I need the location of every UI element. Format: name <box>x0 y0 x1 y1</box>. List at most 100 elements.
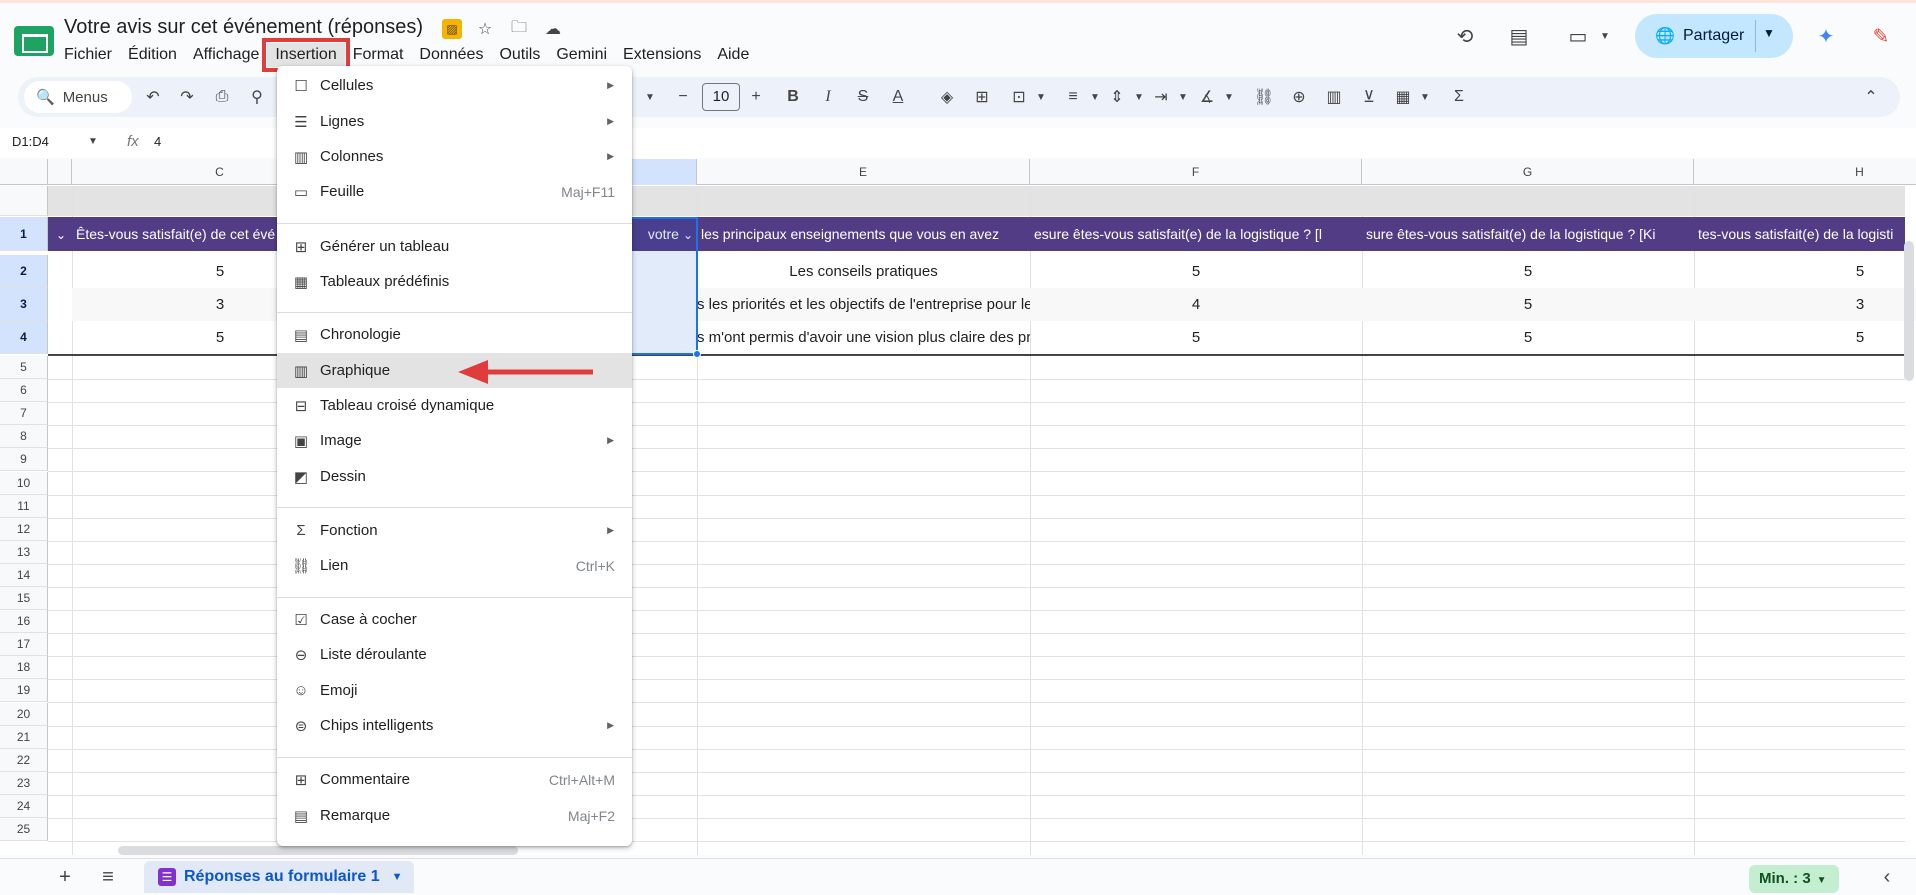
cell-e3[interactable]: s les priorités et les objectifs de l'en… <box>697 288 1030 321</box>
font-caret-icon[interactable]: ▼ <box>639 86 661 108</box>
side-panel-toggle-icon[interactable]: ‹ <box>1875 865 1899 889</box>
row-header-22[interactable]: 22 <box>0 748 48 772</box>
decrease-font-icon[interactable]: − <box>672 86 694 108</box>
menu-fichier[interactable]: Fichier <box>56 43 120 67</box>
name-box[interactable]: D1:D4 <box>12 134 49 149</box>
rotate-text-icon[interactable]: ∡ <box>1196 86 1218 108</box>
formula-input[interactable]: 4 <box>154 134 161 149</box>
increase-font-icon[interactable]: + <box>745 86 767 108</box>
bold-icon[interactable]: B <box>782 86 804 108</box>
row-header-25[interactable]: 25 <box>0 818 48 841</box>
share-caret-icon[interactable]: ▼ <box>1763 26 1775 40</box>
table-view-icon[interactable]: ▦ <box>1392 86 1414 108</box>
menu-item-lignes[interactable]: ☰ Lignes ▶ <box>277 104 632 139</box>
menu-item-commentaire[interactable]: ⊞ Commentaire Ctrl+Alt+M <box>277 762 632 797</box>
wrap-icon[interactable]: ⇥ <box>1150 86 1172 108</box>
cloud-status-icon[interactable]: ☁ <box>542 18 564 40</box>
rotate-caret-icon[interactable]: ▼ <box>1218 86 1240 108</box>
row-header-5[interactable]: 5 <box>0 356 48 379</box>
row-header-19[interactable]: 19 <box>0 679 48 703</box>
select-all-corner[interactable] <box>0 159 48 185</box>
menu-outils[interactable]: Outils <box>491 43 548 67</box>
align-caret-icon[interactable]: ▼ <box>1084 86 1106 108</box>
cell-f3[interactable]: 4 <box>1030 288 1362 321</box>
menu-item-tableau-croise[interactable]: ⊟ Tableau croisé dynamique <box>277 388 632 423</box>
menu-item-cellules[interactable]: ☐ Cellules ▶ <box>277 68 632 103</box>
row-header-12[interactable]: 12 <box>0 517 48 541</box>
menu-item-generer-tableau[interactable]: ⊞ Générer un tableau <box>277 229 632 264</box>
valign-icon[interactable]: ⇕ <box>1106 86 1128 108</box>
move-folder-icon[interactable]: 🗀 <box>508 18 530 40</box>
menu-item-case-a-cocher[interactable]: ☑ Case à cocher <box>277 602 632 637</box>
menu-affichage[interactable]: Affichage <box>185 43 267 67</box>
horizontal-scrollbar[interactable] <box>118 846 518 855</box>
add-sheet-icon[interactable]: + <box>53 865 77 889</box>
header-cell-f[interactable]: esure êtes-vous satisfait(e) de la logis… <box>1030 217 1362 251</box>
row-header-8[interactable]: 8 <box>0 425 48 449</box>
vertical-scrollbar[interactable] <box>1904 241 1914 381</box>
column-header-g[interactable]: G <box>1362 159 1694 185</box>
row-header-16[interactable]: 16 <box>0 610 48 634</box>
menu-insertion[interactable]: Insertion <box>262 38 350 72</box>
row-header-14[interactable]: 14 <box>0 563 48 587</box>
cell-f2[interactable]: 5 <box>1030 255 1362 288</box>
menu-gemini[interactable]: Gemini <box>548 43 615 67</box>
row-header-15[interactable]: 15 <box>0 587 48 610</box>
cell-g4[interactable]: 5 <box>1362 321 1694 354</box>
italic-icon[interactable]: I <box>817 86 839 108</box>
link-icon[interactable]: ⛓ <box>1253 86 1275 108</box>
menu-item-fonction[interactable]: Σ Fonction ▶ <box>277 513 632 548</box>
tasks-icon[interactable]: ✎ <box>1866 21 1896 51</box>
row-header-4[interactable]: 4 <box>0 321 48 354</box>
meet-caret-icon[interactable]: ▼ <box>1590 21 1620 51</box>
functions-icon[interactable]: Σ <box>1448 86 1470 108</box>
share-button[interactable]: 🌐 Partager ▼ <box>1635 14 1793 58</box>
table-caret-icon[interactable]: ▼ <box>1414 86 1436 108</box>
meet-icon[interactable]: ▭ <box>1563 21 1593 51</box>
paint-format-icon[interactable]: ⚲ <box>246 86 268 108</box>
row-header-24[interactable]: 24 <box>0 794 48 818</box>
wrap-caret-icon[interactable]: ▼ <box>1172 86 1194 108</box>
summary-stat[interactable]: Min. : 3 ▼ <box>1749 865 1839 893</box>
row-header-10[interactable]: 10 <box>0 471 48 495</box>
comment-icon[interactable]: ▤ <box>1504 21 1534 51</box>
all-sheets-icon[interactable]: ≡ <box>96 865 120 889</box>
insert-chart-icon[interactable]: ▥ <box>1323 86 1345 108</box>
row-header-23[interactable]: 23 <box>0 771 48 795</box>
row-header-3[interactable]: 3 <box>0 288 48 321</box>
menu-item-tableaux-predefinis[interactable]: ▦ Tableaux prédéfinis <box>277 264 632 299</box>
fill-color-icon[interactable]: ◈ <box>936 86 958 108</box>
merge-caret-icon[interactable]: ▼ <box>1030 86 1052 108</box>
menu-edition[interactable]: Édition <box>120 43 185 67</box>
cell-h4[interactable]: 5 <box>1694 321 1916 354</box>
row-header-18[interactable]: 18 <box>0 656 48 680</box>
valign-caret-icon[interactable]: ▼ <box>1128 86 1150 108</box>
row-header-1[interactable]: 1 <box>0 217 48 251</box>
row-header-13[interactable]: 13 <box>0 540 48 564</box>
column-header-f[interactable]: F <box>1030 159 1362 185</box>
row-header-11[interactable]: 11 <box>0 494 48 518</box>
column-header-e[interactable]: E <box>697 159 1030 185</box>
borders-icon[interactable]: ⊞ <box>971 86 993 108</box>
row-header-6[interactable]: 6 <box>0 379 48 403</box>
menu-item-colonnes[interactable]: ▥ Colonnes ▶ <box>277 139 632 174</box>
row-header-21[interactable]: 21 <box>0 725 48 749</box>
menu-donnees[interactable]: Données <box>411 43 491 67</box>
font-size-field[interactable]: 10 <box>702 83 740 111</box>
cell-h2[interactable]: 5 <box>1694 255 1916 288</box>
row-header-17[interactable]: 17 <box>0 633 48 657</box>
menu-format[interactable]: Format <box>345 43 412 67</box>
sheet-tab[interactable]: ☰ Réponses au formulaire 1 ▼ <box>144 861 414 893</box>
chevron-down-icon[interactable]: ⌄ <box>56 228 66 242</box>
selected-range[interactable] <box>630 217 698 355</box>
menu-item-dessin[interactable]: ◩ Dessin <box>277 459 632 494</box>
text-color-icon[interactable]: A <box>887 86 909 108</box>
menu-extensions[interactable]: Extensions <box>615 43 709 67</box>
cell-g3[interactable]: 5 <box>1362 288 1694 321</box>
column-header-h[interactable]: H <box>1694 159 1916 185</box>
row-header-7[interactable]: 7 <box>0 402 48 426</box>
print-icon[interactable]: ⎙ <box>211 86 233 108</box>
header-cell-b[interactable]: ⌄ <box>48 217 72 251</box>
cell-e4[interactable]: s m'ont permis d'avoir une vision plus c… <box>697 321 1030 354</box>
label-icon[interactable]: ▨ <box>442 19 462 39</box>
